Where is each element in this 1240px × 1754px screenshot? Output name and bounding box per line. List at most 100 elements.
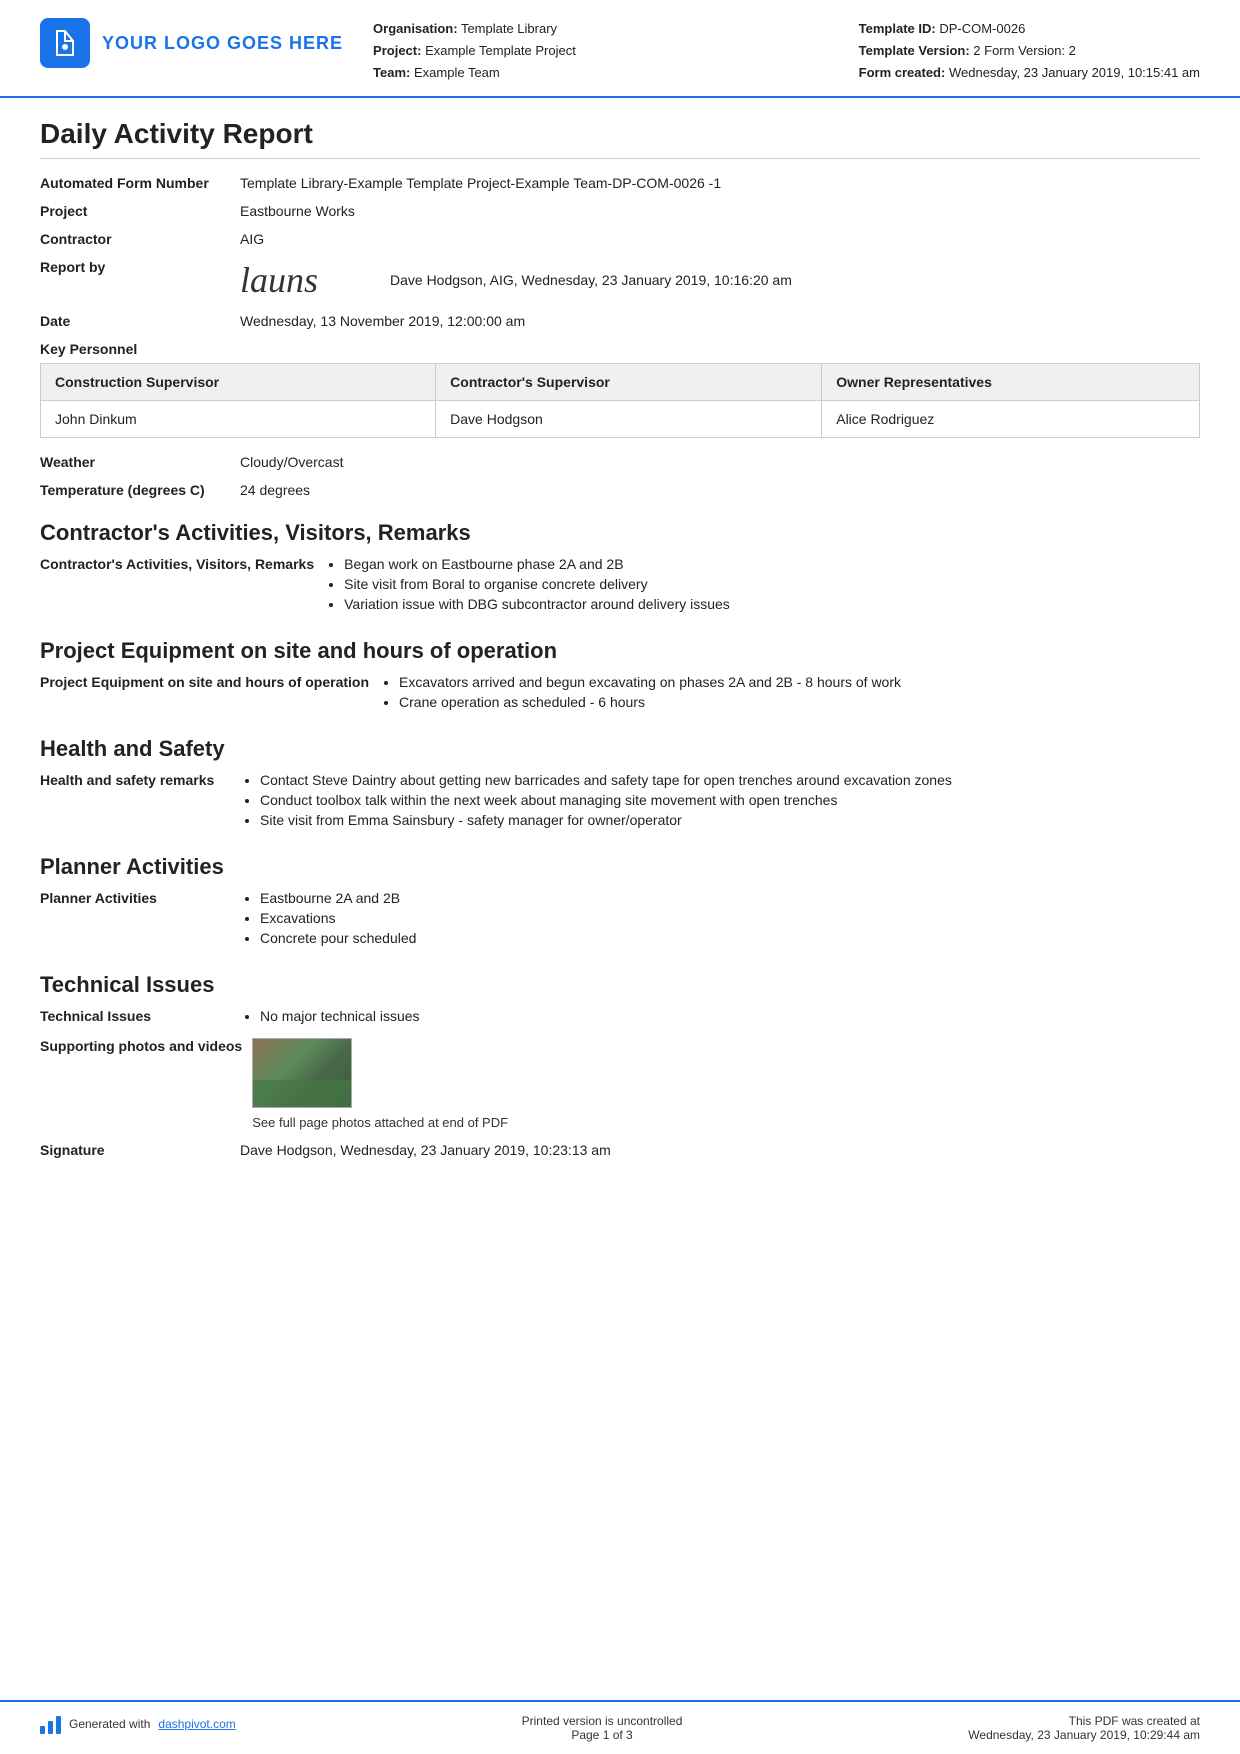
personnel-data-row: John Dinkum Dave Hodgson Alice Rodriguez [41,401,1200,438]
project-value: Example Template Project [425,43,576,58]
project-equipment-list: Excavators arrived and begun excavating … [379,674,901,710]
list-item: Site visit from Boral to organise concre… [344,576,730,592]
date-value: Wednesday, 13 November 2019, 12:00:00 am [240,313,1200,329]
template-version-value: 2 Form Version: 2 [973,43,1076,58]
project-row: Project Eastbourne Works [40,203,1200,219]
date-label: Date [40,313,240,329]
team-value: Example Team [414,65,500,80]
form-created-label: Form created: [859,65,946,80]
temperature-label: Temperature (degrees C) [40,482,240,498]
project-equipment-value: Excavators arrived and begun excavating … [379,674,901,714]
col-owner-representatives: Owner Representatives [822,364,1200,401]
planner-activities-row: Planner Activities Eastbourne 2A and 2B … [40,890,1200,950]
supporting-photos-label: Supporting photos and videos [40,1038,252,1054]
col-construction-supervisor: Construction Supervisor [41,364,436,401]
header-meta-right: Template ID: DP-COM-0026 Template Versio… [859,18,1200,84]
logo-icon [40,18,90,68]
owner-representatives-value: Alice Rodriguez [822,401,1200,438]
technical-issues-list: No major technical issues [240,1008,420,1024]
technical-issues-label: Technical Issues [40,1008,240,1028]
report-by-label: Report by [40,259,240,275]
signature-value: Dave Hodgson, Wednesday, 23 January 2019… [240,1142,1200,1158]
signature-cursive: launs [240,259,370,301]
weather-label: Weather [40,454,240,470]
bar3 [56,1716,61,1734]
planner-activities-heading: Planner Activities [40,854,1200,880]
col-contractors-supervisor: Contractor's Supervisor [436,364,822,401]
org-value: Template Library [461,21,557,36]
report-by-value: launs Dave Hodgson, AIG, Wednesday, 23 J… [240,259,1200,301]
automated-form-value: Template Library-Example Template Projec… [240,175,1200,191]
planner-activities-label: Planner Activities [40,890,240,950]
weather-row: Weather Cloudy/Overcast [40,454,1200,470]
project-equipment-row: Project Equipment on site and hours of o… [40,674,1200,714]
planner-activities-list: Eastbourne 2A and 2B Excavations Concret… [240,890,416,946]
bar2 [48,1721,53,1734]
list-item: Contact Steve Daintry about getting new … [260,772,952,788]
planner-activities-value: Eastbourne 2A and 2B Excavations Concret… [240,890,416,950]
list-item: Crane operation as scheduled - 6 hours [399,694,901,710]
list-item: Excavations [260,910,416,926]
uncontrolled-text: Printed version is uncontrolled [522,1714,683,1728]
personnel-section: Key Personnel Construction Supervisor Co… [40,341,1200,438]
logo-svg [49,27,81,59]
pdf-created-value: Wednesday, 23 January 2019, 10:29:44 am [968,1728,1200,1742]
project-label: Project: [373,43,421,58]
template-id-value: DP-COM-0026 [939,21,1025,36]
list-item: Site visit from Emma Sainsbury - safety … [260,812,952,828]
personnel-section-label: Key Personnel [40,341,1200,357]
health-safety-list: Contact Steve Daintry about getting new … [240,772,952,828]
weather-value: Cloudy/Overcast [240,454,1200,470]
form-created-value: Wednesday, 23 January 2019, 10:15:41 am [949,65,1200,80]
health-safety-row: Health and safety remarks Contact Steve … [40,772,1200,832]
report-by-row: Report by launs Dave Hodgson, AIG, Wedne… [40,259,1200,301]
health-safety-heading: Health and Safety [40,736,1200,762]
project-value: Eastbourne Works [240,203,1200,219]
footer-center: Printed version is uncontrolled Page 1 o… [522,1714,683,1742]
list-item: Variation issue with DBG subcontractor a… [344,596,730,612]
report-title: Daily Activity Report [40,118,1200,159]
automated-form-label: Automated Form Number [40,175,240,191]
page-footer: Generated with dashpivot.com Printed ver… [0,1700,1240,1754]
list-item: Conduct toolbox talk within the next wee… [260,792,952,808]
contractors-activities-list: Began work on Eastbourne phase 2A and 2B… [324,556,730,612]
supporting-photos-value: See full page photos attached at end of … [252,1038,1200,1130]
temperature-value: 24 degrees [240,482,1200,498]
org-label: Organisation: [373,21,458,36]
team-label: Team: [373,65,410,80]
signature-area: launs Dave Hodgson, AIG, Wednesday, 23 J… [240,259,1200,301]
generated-text: Generated with [69,1717,150,1731]
photo-caption: See full page photos attached at end of … [252,1115,1200,1130]
logo-area: YOUR LOGO GOES HERE [40,18,343,68]
project-label: Project [40,203,240,219]
list-item: Began work on Eastbourne phase 2A and 2B [344,556,730,572]
contractors-activities-row: Contractor's Activities, Visitors, Remar… [40,556,1200,616]
footer-right: This PDF was created at Wednesday, 23 Ja… [968,1714,1200,1742]
technical-issues-heading: Technical Issues [40,972,1200,998]
contractor-row: Contractor AIG [40,231,1200,247]
header-meta-center: Organisation: Template Library Project: … [343,18,859,84]
contractor-value: AIG [240,231,1200,247]
automated-form-row: Automated Form Number Template Library-E… [40,175,1200,191]
list-item: Excavators arrived and begun excavating … [399,674,901,690]
technical-issues-value: No major technical issues [240,1008,420,1028]
signature-row: Signature Dave Hodgson, Wednesday, 23 Ja… [40,1142,1200,1158]
health-safety-label: Health and safety remarks [40,772,240,832]
technical-issues-row: Technical Issues No major technical issu… [40,1008,1200,1028]
personnel-header-row: Construction Supervisor Contractor's Sup… [41,364,1200,401]
project-equipment-label: Project Equipment on site and hours of o… [40,674,379,714]
date-row: Date Wednesday, 13 November 2019, 12:00:… [40,313,1200,329]
dashpivot-link[interactable]: dashpivot.com [158,1717,235,1731]
contractors-activities-label: Contractor's Activities, Visitors, Remar… [40,556,324,616]
contractors-supervisor-value: Dave Hodgson [436,401,822,438]
contractors-activities-heading: Contractor's Activities, Visitors, Remar… [40,520,1200,546]
contractor-label: Contractor [40,231,240,247]
pdf-created-text: This PDF was created at [968,1714,1200,1728]
supporting-photos-row: Supporting photos and videos See full pa… [40,1038,1200,1130]
main-content: Daily Activity Report Automated Form Num… [0,98,1240,1700]
page-header: YOUR LOGO GOES HERE Organisation: Templa… [0,0,1240,98]
template-version-label: Template Version: [859,43,970,58]
list-item: No major technical issues [260,1008,420,1024]
logo-text: YOUR LOGO GOES HERE [102,33,343,54]
personnel-table: Construction Supervisor Contractor's Sup… [40,363,1200,438]
